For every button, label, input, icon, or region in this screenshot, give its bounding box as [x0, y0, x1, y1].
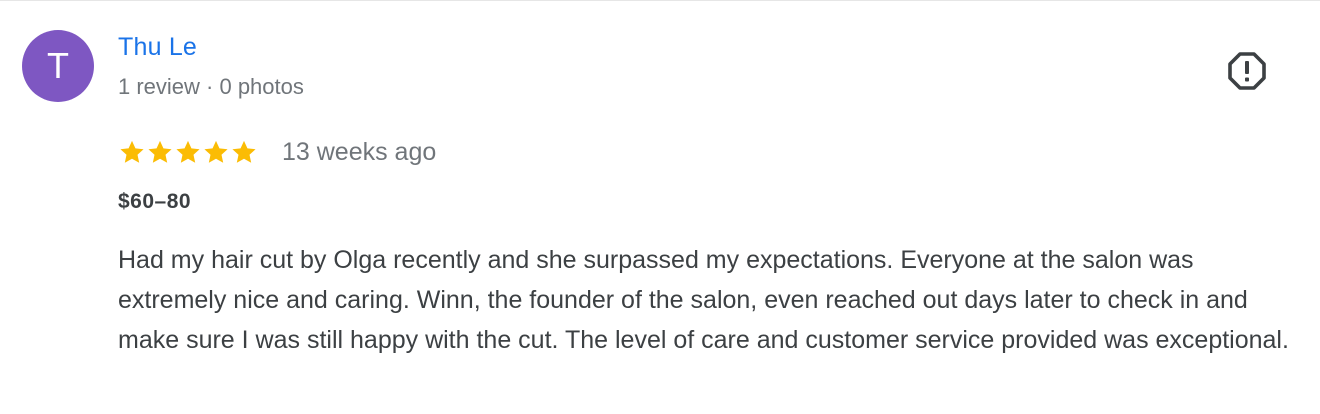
- avatar[interactable]: T: [22, 30, 94, 102]
- review-text: Had my hair cut by Olga recently and she…: [118, 246, 1289, 354]
- star-icon: [148, 140, 172, 163]
- star-icon: [232, 140, 256, 163]
- star-icon: [120, 140, 144, 163]
- price-range: $60–80: [118, 190, 192, 213]
- review-date: 13 weeks ago: [282, 137, 437, 166]
- report-review-button[interactable]: [1224, 48, 1270, 94]
- rating-row: 13 weeks ago: [118, 136, 436, 168]
- divider: [0, 0, 1320, 1]
- reviewer-name-link[interactable]: Thu Le: [118, 33, 197, 62]
- star-rating: [118, 138, 258, 166]
- star-icon: [204, 140, 228, 163]
- reviewer-meta-link[interactable]: 1 review · 0 photos: [118, 74, 304, 100]
- star-icon: [176, 140, 200, 163]
- report-flag-icon: [1228, 52, 1266, 90]
